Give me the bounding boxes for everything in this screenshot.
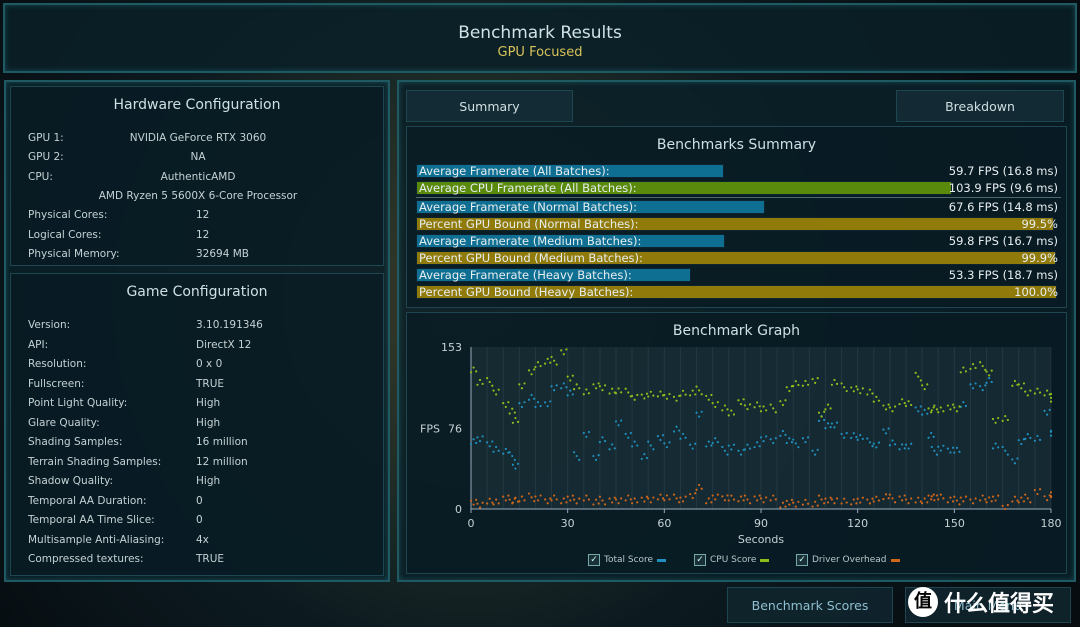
game-setting-label: Point Light Quality:	[28, 397, 128, 409]
game-setting-value: TRUE	[196, 553, 225, 565]
summary-bar-row: Average CPU Framerate (All Batches): 103.…	[416, 181, 1061, 195]
legend-label: Total Score	[604, 555, 654, 565]
game-setting-label: Glare Quality:	[28, 416, 100, 429]
summary-bar-label: Average CPU Framerate (All Batches):	[419, 181, 637, 195]
legend-item[interactable]: ✓ CPU Score	[694, 554, 770, 566]
legend-item[interactable]: ✓ Driver Overhead	[796, 554, 900, 566]
hardware-value: NVIDIA GeForce RTX 3060	[129, 132, 267, 144]
page-title: Benchmark Results	[458, 23, 622, 43]
summary-bar-row: Average Framerate (Heavy Batches): 53.3 F…	[416, 268, 1061, 282]
summary-bar-value: 99.5%	[1021, 217, 1058, 231]
page-subtitle: GPU Focused	[497, 45, 583, 60]
summary-bar-label: Average Framerate (Normal Batches):	[419, 200, 637, 214]
game-setting-label: Resolution:	[28, 358, 87, 370]
game-setting-value: 0	[196, 514, 203, 526]
legend-checkbox[interactable]: ✓	[694, 554, 706, 566]
game-setting-value: 12 million	[196, 455, 248, 468]
game-setting-value: 0 x 0	[196, 358, 223, 370]
watermark-badge: 值	[908, 587, 938, 617]
game-setting-value: 3.10.191346	[196, 319, 263, 331]
summary-bar-label: Average Framerate (All Batches):	[419, 164, 610, 178]
watermark-logo: 值什么值得买	[908, 586, 1054, 618]
header-panel: Benchmark Results GPU Focused	[3, 3, 1077, 73]
hardware-value: AMD Ryzen 5 5600X 6-Core Processor	[98, 190, 298, 202]
summary-bar-value: 99.9%	[1021, 251, 1058, 265]
summary-bar-value: 103.9 FPS (9.6 ms)	[948, 181, 1058, 195]
hardware-value: NA	[190, 151, 206, 163]
hardware-configuration: Hardware Configuration GPU 1: NVIDIA GeFo…	[10, 86, 384, 266]
hardware-title: Hardware Configuration	[113, 97, 281, 113]
game-setting-label: Compressed textures:	[28, 553, 144, 565]
benchmarks-summary: Benchmarks Summary Average Framerate (Al…	[406, 126, 1067, 308]
game-setting-label: Temporal AA Duration:	[28, 494, 147, 507]
game-setting-value: High	[196, 475, 221, 487]
game-setting-label: Multisample Anti-Aliasing:	[28, 533, 165, 546]
summary-divider	[416, 197, 1061, 198]
game-setting-value: 4x	[196, 533, 209, 546]
summary-bar-label: Percent GPU Bound (Medium Batches):	[419, 251, 643, 265]
game-configuration: Game Configuration Version: 3.10.191346 AP…	[10, 273, 384, 576]
summary-bar-value: 53.3 FPS (18.7 ms)	[948, 268, 1058, 282]
legend-checkbox[interactable]: ✓	[588, 554, 600, 566]
game-setting-label: Temporal AA Time Slice:	[28, 514, 155, 526]
game-setting-label: Shadow Quality:	[28, 475, 114, 487]
game-setting-label: Shading Samples:	[28, 436, 123, 448]
summary-bar-label: Percent GPU Bound (Heavy Batches):	[419, 285, 634, 299]
game-setting-value: High	[196, 416, 221, 429]
game-setting-value: 16 million	[196, 436, 248, 448]
legend-swatch	[760, 558, 770, 562]
legend-swatch	[657, 558, 667, 562]
graph-title: Benchmark Graph	[672, 323, 801, 339]
game-setting-label: Version:	[28, 319, 71, 331]
summary-bar-value: 67.6 FPS (14.8 ms)	[948, 200, 1058, 214]
game-setting-label: Fullscreen:	[28, 377, 85, 390]
summary-bar-row: Average Framerate (Normal Batches): 67.6 …	[416, 200, 1061, 214]
game-setting-value: TRUE	[196, 377, 225, 390]
summary-bar-value: 59.8 FPS (16.7 ms)	[948, 234, 1058, 248]
summary-bar-row: Average Framerate (All Batches): 59.7 FPS…	[416, 164, 1061, 178]
summary-bar-row: Percent GPU Bound (Heavy Batches): 100.0%	[416, 285, 1061, 299]
summary-bar-label: Average Framerate (Heavy Batches):	[419, 268, 632, 282]
benchmark-scores-button[interactable]: Benchmark Scores	[727, 587, 893, 623]
summary-bar-label: Average Framerate (Medium Batches):	[419, 234, 642, 248]
summary-bar-value: 100.0%	[1014, 285, 1058, 299]
hardware-value: AuthenticAMD	[160, 171, 236, 183]
configuration-panel: Hardware Configuration GPU 1: NVIDIA GeFo…	[4, 80, 390, 582]
summary-bar-row: Percent GPU Bound (Normal Batches): 99.5%	[416, 217, 1061, 231]
summary-title: Benchmarks Summary	[656, 137, 817, 153]
hardware-value: 12	[196, 209, 210, 221]
summary-bar-row: Percent GPU Bound (Medium Batches): 99.9%	[416, 251, 1061, 265]
game-setting-value: DirectX 12	[196, 338, 252, 351]
hardware-value: 12	[196, 229, 210, 241]
game-setting-label: API:	[28, 338, 49, 351]
hardware-value: 32694 MB	[196, 248, 250, 260]
legend-item[interactable]: ✓ Total Score	[588, 554, 667, 566]
results-panel: Summary Breakdown Benchmarks Summary Ave…	[397, 80, 1076, 582]
tab-summary[interactable]: Summary	[406, 90, 573, 122]
summary-bar-row: Average Framerate (Medium Batches): 59.8 …	[416, 234, 1061, 248]
legend-checkbox[interactable]: ✓	[796, 554, 808, 566]
game-title: Game Configuration	[126, 284, 268, 300]
hardware-label: Logical Cores:	[28, 229, 102, 241]
summary-bar-value: 59.7 FPS (16.8 ms)	[948, 164, 1058, 178]
legend-label: Driver Overhead	[812, 555, 887, 565]
game-setting-label: Terrain Shading Samples:	[28, 455, 162, 468]
benchmark-graph: Benchmark Graph	[406, 312, 1067, 574]
watermark-text: 什么值得买	[944, 592, 1055, 617]
legend-swatch	[890, 558, 900, 562]
tab-breakdown[interactable]: Breakdown	[896, 90, 1064, 122]
legend-label: CPU Score	[710, 555, 757, 565]
game-setting-value: 0	[196, 494, 203, 507]
summary-bar-label: Percent GPU Bound (Normal Batches):	[419, 217, 639, 231]
game-setting-value: High	[196, 397, 221, 409]
hardware-label: Physical Cores:	[28, 209, 108, 221]
hardware-label: Physical Memory:	[28, 248, 120, 260]
